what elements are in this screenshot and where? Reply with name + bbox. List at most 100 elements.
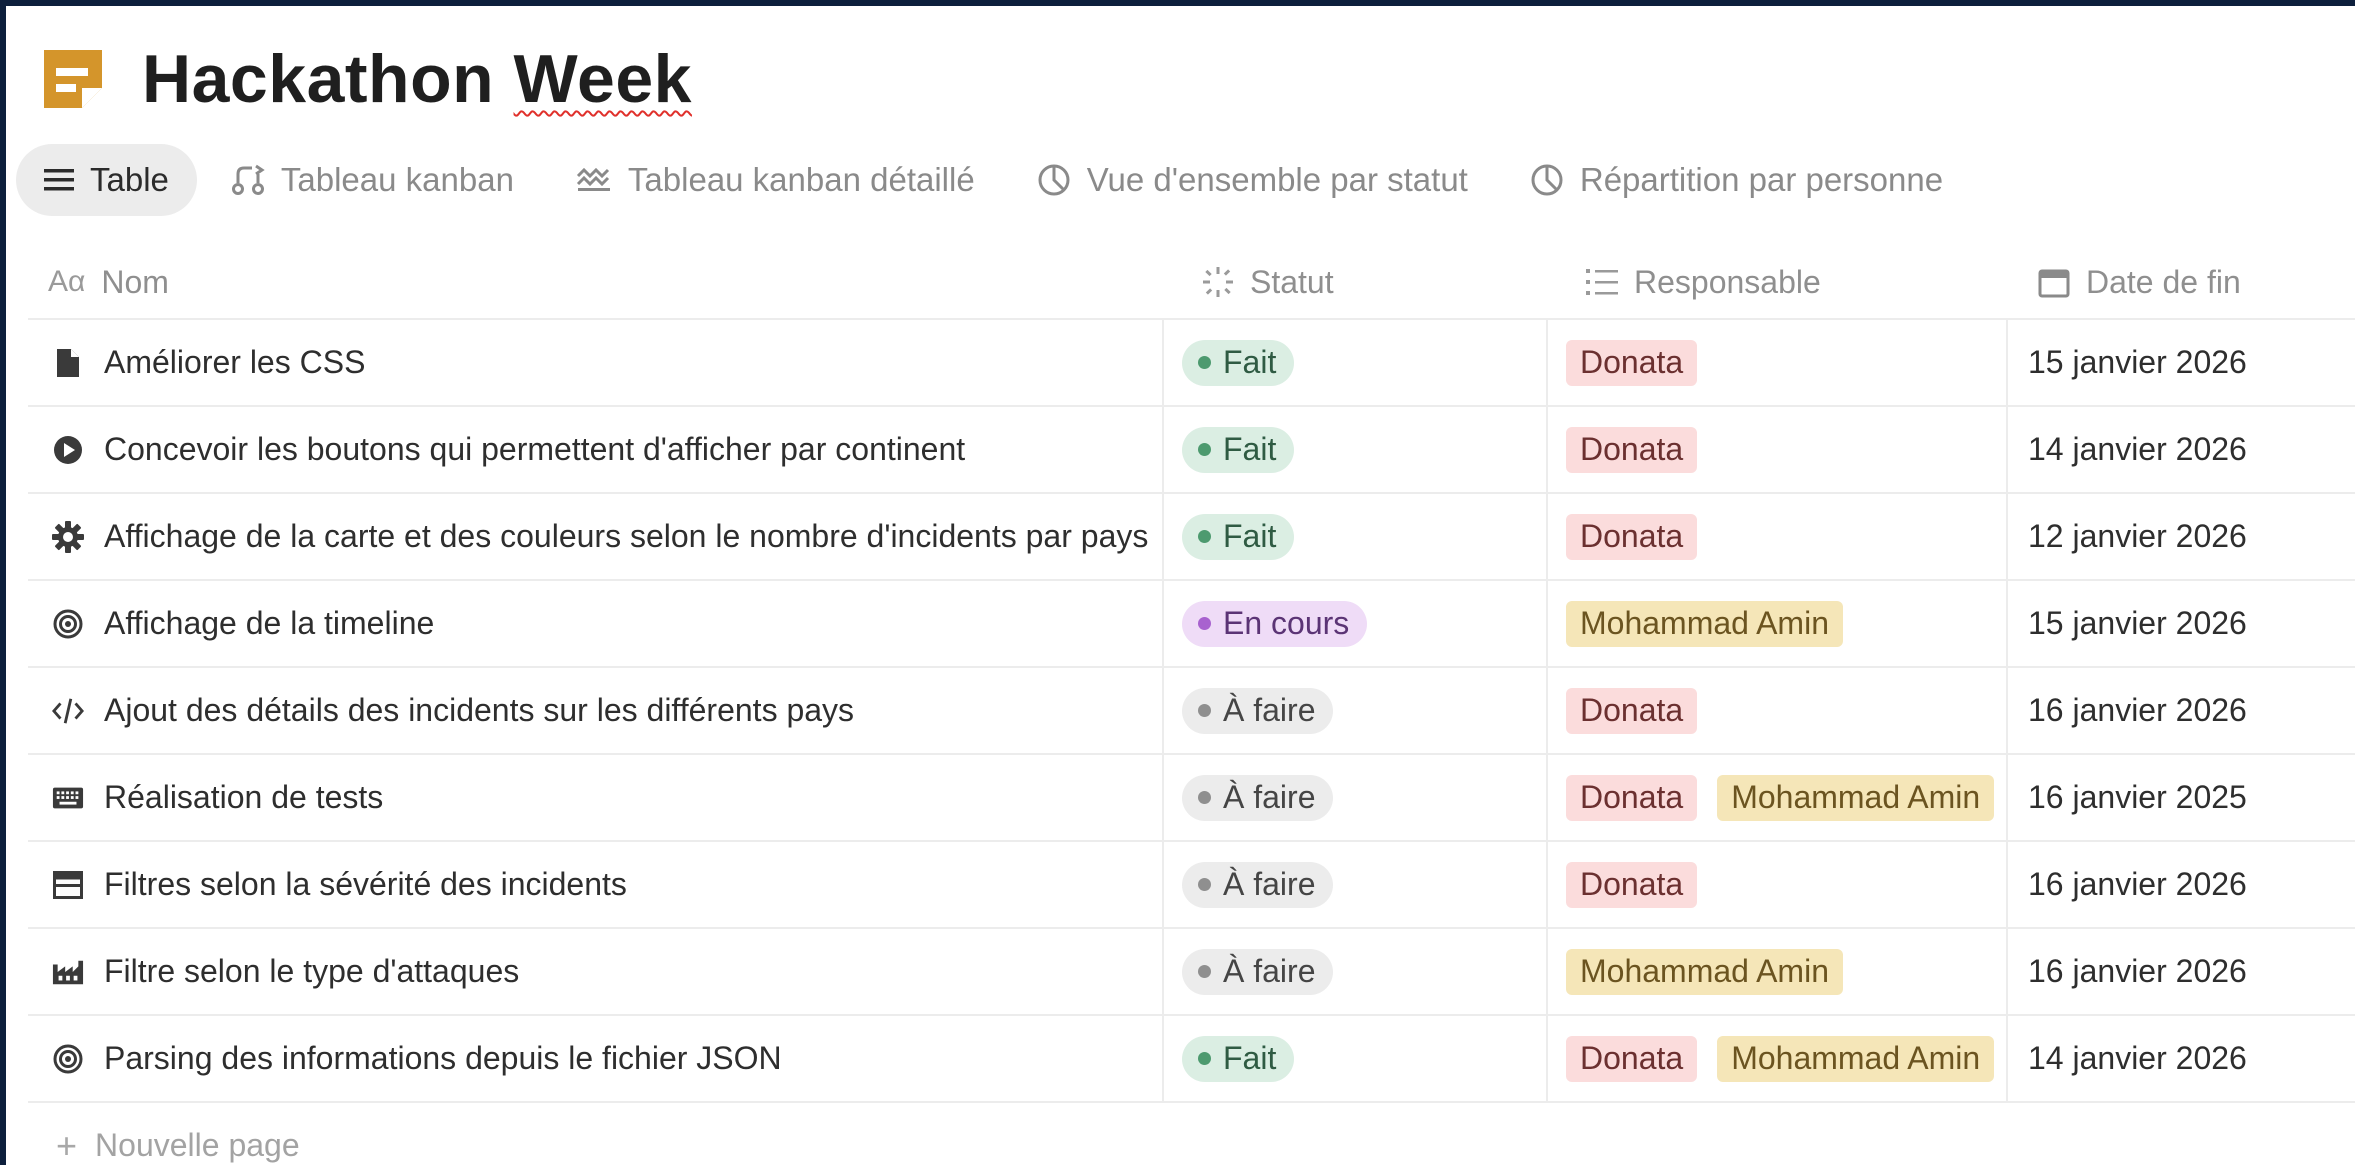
owner-tag[interactable]: Mohammad Amin bbox=[1566, 600, 1843, 647]
column-header-owner[interactable]: Responsable bbox=[1546, 246, 2006, 318]
cell-owner[interactable]: Donata bbox=[1546, 407, 2006, 492]
cell-due-date[interactable]: 16 janvier 2026 bbox=[2006, 929, 2355, 1014]
cell-owner[interactable]: Donata bbox=[1546, 320, 2006, 405]
cell-owner[interactable]: Donata bbox=[1546, 494, 2006, 579]
column-header-name[interactable]: Aα Nom bbox=[28, 246, 1162, 318]
cell-due-date[interactable]: 14 janvier 2026 bbox=[2006, 407, 2355, 492]
table-row[interactable]: Améliorer les CSS Fait Donata 15 janvier… bbox=[28, 320, 2355, 407]
due-date: 14 janvier 2026 bbox=[2028, 1040, 2247, 1076]
cell-due-date[interactable]: 16 janvier 2026 bbox=[2006, 668, 2355, 753]
status-badge[interactable]: Fait bbox=[1182, 513, 1295, 560]
task-name: Réalisation de tests bbox=[104, 779, 384, 815]
cell-owner[interactable]: Donata Mohammad Amin bbox=[1546, 1016, 2006, 1101]
table-row[interactable]: Filtre selon le type d'attaques À faire … bbox=[28, 929, 2355, 1016]
cell-status[interactable]: En cours bbox=[1162, 581, 1546, 666]
play-circle-icon bbox=[52, 434, 84, 466]
owner-tag[interactable]: Donata bbox=[1566, 339, 1698, 386]
cell-name[interactable]: Filtre selon le type d'attaques bbox=[28, 929, 1162, 1014]
status-badge[interactable]: À faire bbox=[1182, 948, 1334, 995]
cell-name[interactable]: Parsing des informations depuis le fichi… bbox=[28, 1016, 1162, 1101]
status-badge[interactable]: Fait bbox=[1182, 1035, 1295, 1082]
due-date: 14 janvier 2026 bbox=[2028, 431, 2247, 467]
owner-tag[interactable]: Mohammad Amin bbox=[1566, 948, 1843, 995]
cell-name[interactable]: Affichage de la timeline bbox=[28, 581, 1162, 666]
status-badge[interactable]: En cours bbox=[1182, 600, 1368, 647]
new-page-button[interactable]: + Nouvelle page bbox=[28, 1103, 2355, 1165]
page-title[interactable]: Hackathon Week bbox=[142, 40, 692, 118]
tab-kanban[interactable]: Tableau kanban bbox=[203, 144, 542, 216]
cell-due-date[interactable]: 15 janvier 2026 bbox=[2006, 320, 2355, 405]
status-label: Fait bbox=[1223, 431, 1277, 467]
cell-due-date[interactable]: 16 janvier 2025 bbox=[2006, 755, 2355, 840]
owner-tag[interactable]: Donata bbox=[1566, 861, 1698, 908]
task-name: Parsing des informations depuis le fichi… bbox=[104, 1040, 782, 1076]
cell-due-date[interactable]: 12 janvier 2026 bbox=[2006, 494, 2355, 579]
view-tabs: Table Tableau kanban Tableau kanban déta… bbox=[16, 144, 1977, 216]
table-row[interactable]: Affichage de la carte et des couleurs se… bbox=[28, 494, 2355, 581]
task-name: Filtre selon le type d'attaques bbox=[104, 953, 520, 989]
status-badge[interactable]: À faire bbox=[1182, 774, 1334, 821]
status-dot bbox=[1198, 1052, 1211, 1065]
cell-due-date[interactable]: 15 janvier 2026 bbox=[2006, 581, 2355, 666]
task-name: Améliorer les CSS bbox=[104, 344, 366, 380]
owner-tag[interactable]: Donata bbox=[1566, 687, 1698, 734]
table-header: Aα Nom Statut Responsable Date de fin bbox=[28, 246, 2355, 320]
cell-name[interactable]: Affichage de la carte et des couleurs se… bbox=[28, 494, 1162, 579]
cell-due-date[interactable]: 16 janvier 2026 bbox=[2006, 842, 2355, 927]
cell-name[interactable]: Filtres selon la sévérité des incidents bbox=[28, 842, 1162, 927]
tab-table[interactable]: Table bbox=[16, 144, 197, 216]
column-header-due-date[interactable]: Date de fin bbox=[2006, 246, 2355, 318]
list-icon bbox=[44, 167, 74, 193]
cell-status[interactable]: Fait bbox=[1162, 407, 1546, 492]
cell-status[interactable]: Fait bbox=[1162, 320, 1546, 405]
cell-owner[interactable]: Mohammad Amin bbox=[1546, 581, 2006, 666]
status-badge[interactable]: À faire bbox=[1182, 687, 1334, 734]
cell-status[interactable]: À faire bbox=[1162, 929, 1546, 1014]
owner-tag[interactable]: Mohammad Amin bbox=[1717, 1035, 1995, 1082]
status-dot bbox=[1198, 530, 1211, 543]
table-row[interactable]: Ajout des détails des incidents sur les … bbox=[28, 668, 2355, 755]
table-row[interactable]: Filtres selon la sévérité des incidents … bbox=[28, 842, 2355, 929]
tab-status-overview[interactable]: Vue d'ensemble par statut bbox=[1009, 144, 1496, 216]
owner-tag[interactable]: Donata bbox=[1566, 426, 1698, 473]
page-title-word-2: Week bbox=[513, 41, 692, 117]
tab-kanban-detail[interactable]: Tableau kanban détaillé bbox=[548, 144, 1003, 216]
cell-name[interactable]: Concevoir les boutons qui permettent d'a… bbox=[28, 407, 1162, 492]
owner-tag[interactable]: Donata bbox=[1566, 513, 1698, 560]
table-row[interactable]: Réalisation de tests À faire Donata Moham… bbox=[28, 755, 2355, 842]
page-doc-icon[interactable] bbox=[42, 48, 104, 110]
due-date: 15 janvier 2026 bbox=[2028, 344, 2247, 380]
cell-owner[interactable]: Donata Mohammad Amin bbox=[1546, 755, 2006, 840]
cell-status[interactable]: À faire bbox=[1162, 842, 1546, 927]
cell-status[interactable]: À faire bbox=[1162, 755, 1546, 840]
owner-tag[interactable]: Mohammad Amin bbox=[1717, 774, 1995, 821]
tab-person-breakdown[interactable]: Répartition par personne bbox=[1502, 144, 1971, 216]
status-label: À faire bbox=[1223, 953, 1316, 989]
column-label: Nom bbox=[101, 263, 169, 300]
table-row[interactable]: Concevoir les boutons qui permettent d'a… bbox=[28, 407, 2355, 494]
column-label: Statut bbox=[1250, 263, 1334, 300]
status-badge[interactable]: À faire bbox=[1182, 861, 1334, 908]
cell-name[interactable]: Réalisation de tests bbox=[28, 755, 1162, 840]
cell-name[interactable]: Ajout des détails des incidents sur les … bbox=[28, 668, 1162, 753]
database-table: Aα Nom Statut Responsable Date de fin Am… bbox=[28, 246, 2355, 1165]
table-row[interactable]: Parsing des informations depuis le fichi… bbox=[28, 1016, 2355, 1103]
table-row[interactable]: Affichage de la timeline En cours Mohamm… bbox=[28, 581, 2355, 668]
task-name: Ajout des détails des incidents sur les … bbox=[104, 692, 855, 728]
cell-status[interactable]: Fait bbox=[1162, 494, 1546, 579]
status-badge[interactable]: Fait bbox=[1182, 339, 1295, 386]
cell-status[interactable]: Fait bbox=[1162, 1016, 1546, 1101]
owner-tag[interactable]: Donata bbox=[1566, 1035, 1698, 1082]
cell-status[interactable]: À faire bbox=[1162, 668, 1546, 753]
tab-label: Table bbox=[90, 161, 169, 198]
target-icon bbox=[52, 1043, 84, 1075]
cell-owner[interactable]: Mohammad Amin bbox=[1546, 929, 2006, 1014]
cell-owner[interactable]: Donata bbox=[1546, 842, 2006, 927]
cell-name[interactable]: Améliorer les CSS bbox=[28, 320, 1162, 405]
tab-label: Tableau kanban bbox=[280, 161, 514, 198]
cell-owner[interactable]: Donata bbox=[1546, 668, 2006, 753]
column-header-status[interactable]: Statut bbox=[1162, 246, 1546, 318]
owner-tag[interactable]: Donata bbox=[1566, 774, 1698, 821]
status-badge[interactable]: Fait bbox=[1182, 426, 1295, 473]
cell-due-date[interactable]: 14 janvier 2026 bbox=[2006, 1016, 2355, 1101]
